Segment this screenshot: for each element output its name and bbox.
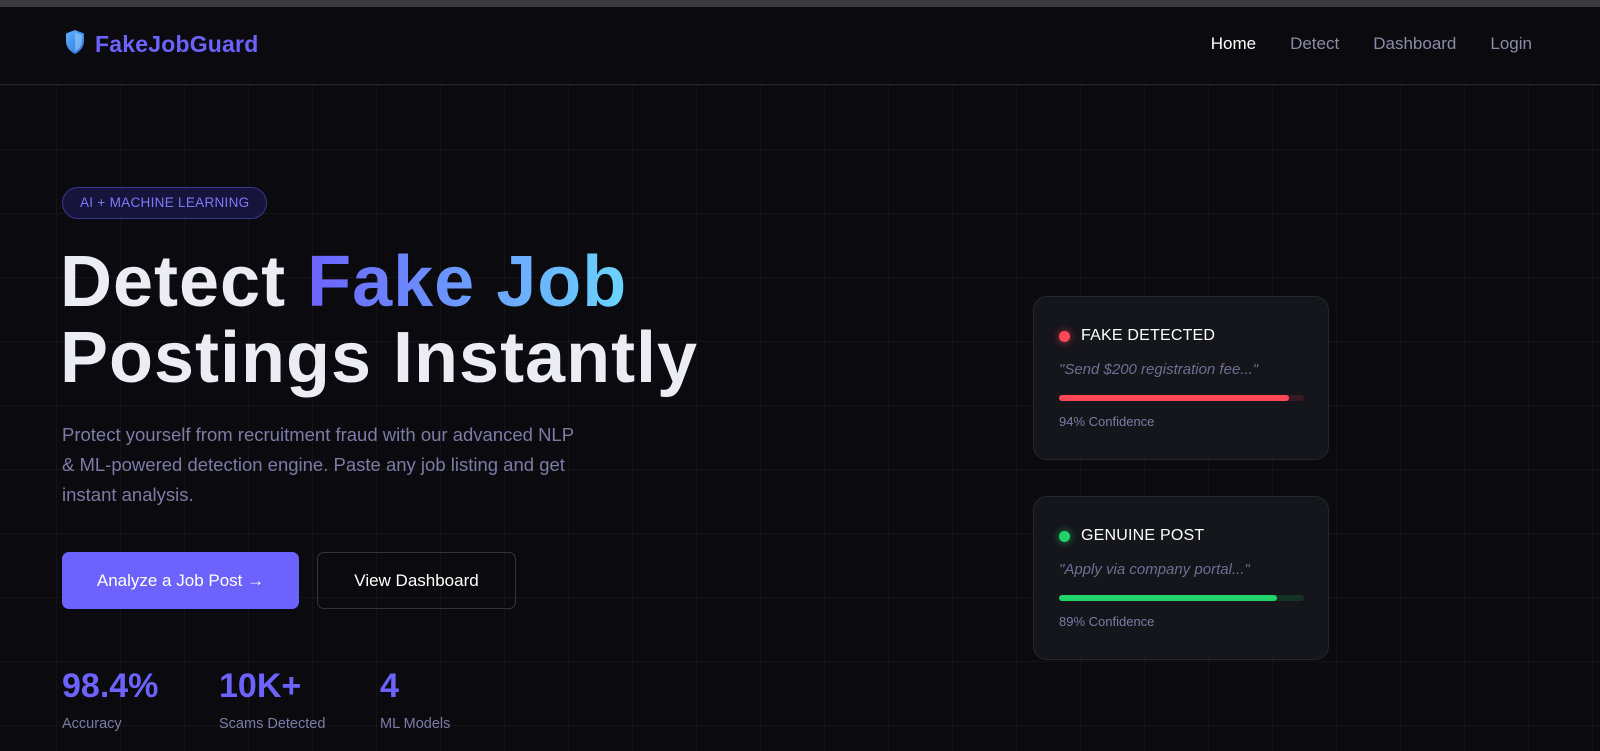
- shield-icon: [64, 29, 86, 60]
- stat-label: Scams Detected: [219, 716, 326, 732]
- confidence-bar: [1059, 595, 1304, 601]
- page: FakeJobGuard Home Detect Dashboard Login…: [0, 0, 1600, 751]
- grid-background: [0, 85, 1600, 751]
- headline-part2: Postings Instantly: [60, 318, 699, 398]
- brand-name: FakeJobGuard: [95, 31, 259, 57]
- stat-scams-detected: 10K+ Scams Detected: [219, 666, 325, 732]
- status-dot-icon: [1059, 330, 1070, 342]
- status-dot-icon: [1059, 530, 1070, 542]
- confidence-bar-fill: [1059, 595, 1278, 601]
- hero-headline: Detect Fake Job Postings Instantly: [60, 244, 820, 396]
- card-confidence: 89% Confidence: [1059, 614, 1155, 629]
- stat-label: ML Models: [380, 716, 451, 732]
- card-header: FAKE DETECTED: [1059, 327, 1215, 345]
- brand-logo[interactable]: FakeJobGuard: [64, 29, 258, 60]
- headline-highlight: Fake Job: [307, 242, 628, 322]
- hero-subtitle: Protect yourself from recruitment fraud …: [62, 424, 574, 505]
- nav-link-login[interactable]: Login: [1490, 34, 1532, 54]
- card-confidence: 94% Confidence: [1059, 414, 1155, 429]
- analyze-job-button[interactable]: Analyze a Job Post →: [62, 552, 299, 609]
- nav-links: Home Detect Dashboard Login: [1211, 34, 1532, 54]
- stat-ml-models: 4 ML Models: [380, 666, 450, 732]
- nav-link-detect[interactable]: Detect: [1290, 34, 1339, 54]
- view-dashboard-button[interactable]: View Dashboard: [317, 552, 516, 609]
- browser-top-strip: [0, 0, 1600, 7]
- navbar: FakeJobGuard Home Detect Dashboard Login: [0, 7, 1600, 85]
- confidence-bar-fill: [1059, 395, 1290, 401]
- stat-accuracy: 98.4% Accuracy: [62, 666, 158, 732]
- stat-value: 10K+: [219, 667, 302, 705]
- confidence-bar: [1059, 395, 1304, 401]
- stat-value: 98.4%: [62, 667, 159, 705]
- card-quote: "Send $200 registration fee...": [1059, 361, 1259, 378]
- card-status: FAKE DETECTED: [1081, 327, 1216, 344]
- stat-value: 4: [380, 667, 399, 705]
- stat-label: Accuracy: [62, 716, 122, 732]
- headline-part1: Detect: [60, 242, 308, 322]
- card-status: GENUINE POST: [1081, 527, 1205, 544]
- nav-link-dashboard[interactable]: Dashboard: [1373, 34, 1456, 54]
- hero-badge: AI + MACHINE LEARNING: [62, 187, 268, 219]
- result-card-fake: FAKE DETECTED "Send $200 registration fe…: [1033, 296, 1329, 460]
- nav-link-home[interactable]: Home: [1211, 34, 1256, 54]
- card-quote: "Apply via company portal...": [1059, 561, 1250, 578]
- card-header: GENUINE POST: [1059, 527, 1204, 545]
- result-card-genuine: GENUINE POST "Apply via company portal..…: [1033, 496, 1329, 660]
